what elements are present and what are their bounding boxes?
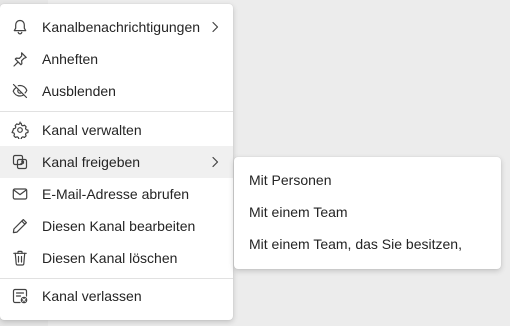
submenu-item-label: Mit einem Team, das Sie besitzen, bbox=[249, 236, 462, 252]
menu-item-label: E-Mail-Adresse abrufen bbox=[42, 186, 190, 202]
share-channel-icon bbox=[11, 153, 29, 171]
menu-item-manage-channel[interactable]: Kanal verwalten bbox=[0, 114, 233, 146]
menu-item-delete-channel[interactable]: Diesen Kanal löschen bbox=[0, 242, 233, 274]
chevron-right-icon bbox=[209, 20, 221, 34]
submenu-item-label: Mit einem Team bbox=[249, 204, 348, 220]
submenu-item-with-people[interactable]: Mit Personen bbox=[234, 164, 501, 196]
channel-context-menu: Kanalbenachrichtigungen Anheften Ausblen… bbox=[0, 4, 233, 320]
menu-item-share-channel[interactable]: Kanal freigeben bbox=[0, 146, 233, 178]
submenu-item-with-team[interactable]: Mit einem Team bbox=[234, 196, 501, 228]
share-channel-submenu: Mit Personen Mit einem Team Mit einem Te… bbox=[234, 157, 501, 269]
bell-icon bbox=[11, 18, 29, 36]
menu-item-label: Kanalbenachrichtigungen bbox=[42, 19, 201, 35]
menu-item-label: Diesen Kanal löschen bbox=[42, 250, 178, 266]
menu-item-channel-notifications[interactable]: Kanalbenachrichtigungen bbox=[0, 11, 233, 43]
submenu-item-label: Mit Personen bbox=[249, 172, 332, 188]
menu-divider bbox=[0, 111, 233, 112]
menu-item-label: Kanal verlassen bbox=[42, 288, 142, 304]
trash-icon bbox=[11, 249, 29, 267]
menu-item-get-email[interactable]: E-Mail-Adresse abrufen bbox=[0, 178, 233, 210]
menu-item-label: Kanal freigeben bbox=[42, 154, 141, 170]
menu-item-edit-channel[interactable]: Diesen Kanal bearbeiten bbox=[0, 210, 233, 242]
menu-item-label: Anheften bbox=[42, 51, 99, 67]
gear-icon bbox=[11, 121, 29, 139]
chevron-right-icon bbox=[209, 155, 221, 169]
menu-item-leave-channel[interactable]: Kanal verlassen bbox=[0, 280, 233, 312]
mail-icon bbox=[11, 185, 29, 203]
menu-item-label: Ausblenden bbox=[42, 83, 116, 99]
eye-off-icon bbox=[11, 82, 29, 100]
leave-channel-icon bbox=[11, 287, 29, 305]
submenu-item-with-owned-team[interactable]: Mit einem Team, das Sie besitzen, bbox=[234, 228, 501, 260]
menu-item-pin[interactable]: Anheften bbox=[0, 43, 233, 75]
menu-item-label: Kanal verwalten bbox=[42, 122, 142, 138]
menu-item-label: Diesen Kanal bearbeiten bbox=[42, 218, 196, 234]
pin-icon bbox=[11, 50, 29, 68]
menu-item-hide[interactable]: Ausblenden bbox=[0, 75, 233, 107]
menu-divider bbox=[0, 278, 233, 279]
pencil-icon bbox=[11, 217, 29, 235]
